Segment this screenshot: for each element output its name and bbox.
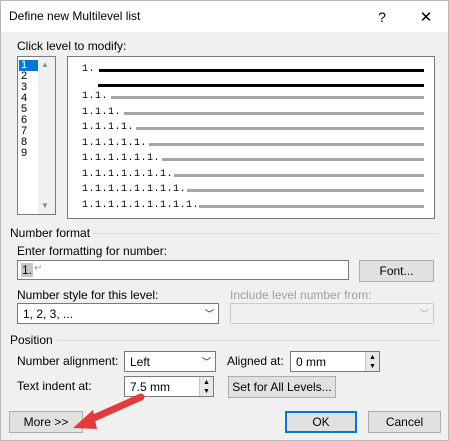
cancel-button[interactable]: Cancel bbox=[368, 411, 441, 433]
level-list-scrollbar[interactable]: ▲ ▼ bbox=[38, 57, 55, 214]
preview-text-line bbox=[199, 204, 424, 208]
preview-number: 1.1.1.1.1.1.1. bbox=[82, 168, 174, 180]
number-alignment-value: Left bbox=[130, 355, 151, 369]
preview-text-line bbox=[161, 158, 424, 161]
define-multilevel-list-dialog: Define new Multilevel list ? ✕ Click lev… bbox=[0, 0, 449, 441]
list-preview: 1. 1.1. 1.1.1. 1.1.1.1. 1.1.1.1.1. 1.1.1.1.1.… bbox=[67, 56, 435, 219]
ok-button[interactable]: OK bbox=[285, 411, 357, 433]
paragraph-mark-icon: ↵ bbox=[34, 263, 43, 274]
number-alignment-select[interactable]: Left ﹀ bbox=[124, 351, 216, 372]
text-indent-spinner[interactable]: ▲ ▼ bbox=[199, 377, 213, 396]
number-alignment-label: Number alignment: bbox=[17, 354, 119, 368]
help-icon: ? bbox=[378, 8, 386, 25]
chevron-down-icon: ﹀ bbox=[419, 309, 429, 319]
spin-up-icon[interactable]: ▲ bbox=[369, 354, 376, 361]
preview-number: 1.1.1.1.1.1.1.1.1. bbox=[82, 199, 200, 211]
preview-number: 1. bbox=[82, 64, 96, 75]
level-listbox[interactable]: 123456789 ▲ ▼ bbox=[17, 56, 56, 215]
help-button[interactable]: ? bbox=[363, 1, 401, 32]
number-style-select[interactable]: 1, 2, 3, ... ﹀ bbox=[17, 303, 219, 324]
number-format-section-title: Number format bbox=[10, 226, 91, 240]
scroll-down-icon[interactable]: ▼ bbox=[41, 201, 49, 210]
aligned-at-label: Aligned at: bbox=[227, 354, 284, 368]
chevron-down-icon: ﹀ bbox=[204, 309, 214, 319]
preview-text-line bbox=[123, 111, 424, 115]
spin-up-icon[interactable]: ▲ bbox=[203, 379, 210, 386]
formatting-value: 1. bbox=[21, 263, 34, 277]
preview-text-line bbox=[98, 84, 424, 87]
preview-number: 1.1.1.1. bbox=[82, 122, 135, 133]
set-for-all-levels-button[interactable]: Set for All Levels... bbox=[228, 376, 336, 398]
preview-text-line bbox=[136, 127, 424, 130]
title-bar: Define new Multilevel list ? ✕ bbox=[1, 1, 448, 32]
preview-text-line bbox=[149, 142, 424, 146]
number-format-divider bbox=[93, 233, 439, 234]
position-section-title: Position bbox=[10, 333, 53, 347]
formatting-input[interactable]: 1. ↵ bbox=[17, 260, 349, 280]
dialog-title: Define new Multilevel list bbox=[9, 9, 141, 23]
preview-text-line bbox=[111, 96, 424, 99]
spin-down-icon[interactable]: ▼ bbox=[203, 388, 210, 395]
preview-number: 1.1. bbox=[82, 91, 109, 102]
close-button[interactable]: ✕ bbox=[407, 1, 445, 32]
aligned-at-spinner[interactable]: ▲ ▼ bbox=[365, 352, 379, 371]
number-style-value: 1, 2, 3, ... bbox=[23, 307, 74, 321]
level-item[interactable]: 9 bbox=[19, 148, 39, 159]
spin-down-icon[interactable]: ▼ bbox=[369, 363, 376, 370]
annotation-arrow-icon bbox=[73, 393, 145, 429]
enter-formatting-label: Enter formatting for number: bbox=[17, 244, 168, 258]
include-level-select[interactable]: ﹀ bbox=[230, 303, 434, 324]
include-level-label: Include level number from: bbox=[230, 288, 372, 302]
preview-text-line bbox=[98, 69, 424, 72]
preview-number: 1.1.1. bbox=[82, 106, 122, 118]
preview-text-line bbox=[174, 173, 424, 177]
font-button[interactable]: Font... bbox=[359, 260, 434, 282]
preview-number: 1.1.1.1.1.1. bbox=[82, 153, 161, 164]
click-level-label: Click level to modify: bbox=[17, 39, 127, 53]
preview-number: 1.1.1.1.1.1.1.1. bbox=[82, 184, 187, 195]
preview-text-line bbox=[186, 189, 424, 192]
aligned-at-input[interactable]: 0 mm ▲ ▼ bbox=[290, 351, 380, 372]
scroll-up-icon[interactable]: ▲ bbox=[41, 60, 49, 69]
close-icon: ✕ bbox=[419, 8, 433, 26]
number-style-label: Number style for this level: bbox=[17, 288, 159, 302]
aligned-at-value: 0 mm bbox=[296, 355, 326, 369]
preview-number: 1.1.1.1.1. bbox=[82, 137, 148, 149]
position-divider bbox=[57, 340, 439, 341]
chevron-down-icon: ﹀ bbox=[201, 357, 211, 367]
